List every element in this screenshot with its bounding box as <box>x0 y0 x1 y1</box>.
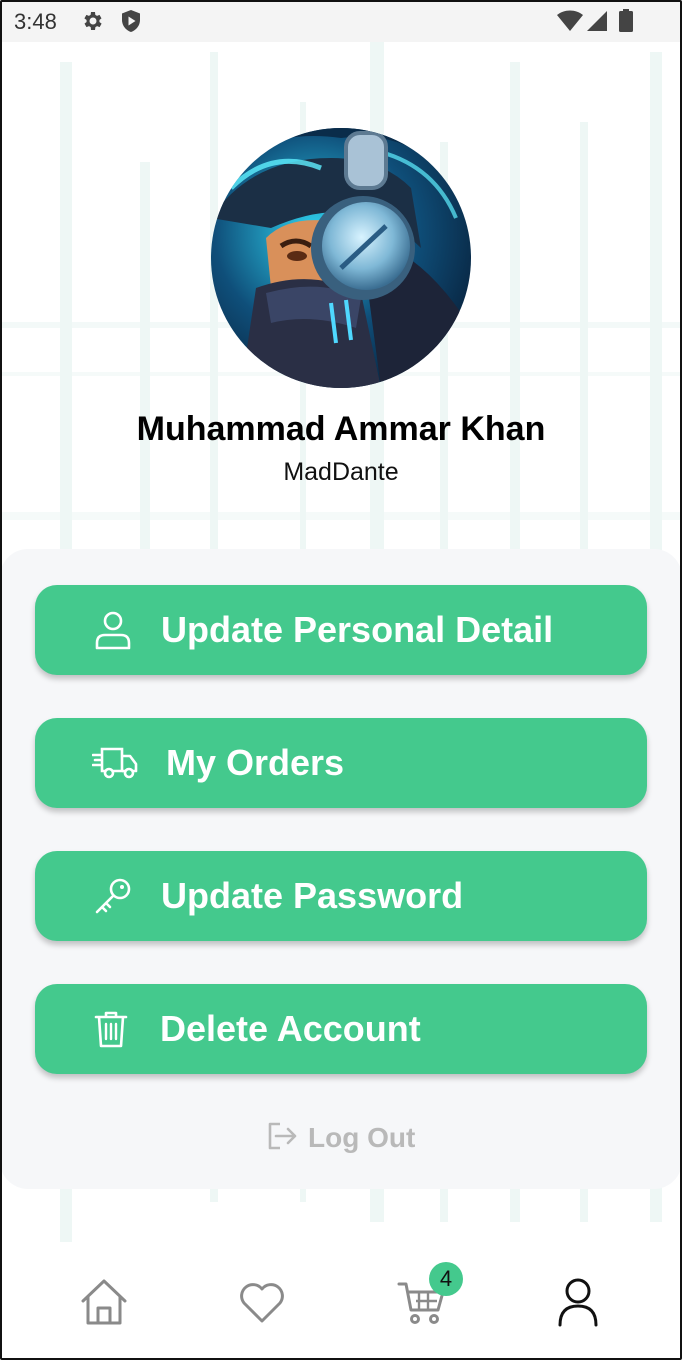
signal-icon <box>586 9 608 38</box>
user-icon <box>558 1278 598 1327</box>
update-password-button[interactable]: Update Password <box>35 851 647 941</box>
delete-account-label: Delete Account <box>160 1008 421 1049</box>
update-personal-detail-label: Update Personal Detail <box>161 609 554 650</box>
my-orders-label: My Orders <box>166 742 345 783</box>
nav-favorites[interactable] <box>232 1272 292 1332</box>
profile-username: MadDante <box>283 458 399 486</box>
profile-full-name: Muhammad Ammar Khan <box>136 410 546 448</box>
avatar-image <box>211 128 471 388</box>
key-icon <box>91 851 135 941</box>
status-time: 3:48 <box>14 9 57 34</box>
cart-count-badge: 4 <box>429 1262 463 1296</box>
status-bar: 3:48 <box>0 0 682 42</box>
logout-button[interactable]: Log Out <box>266 1118 415 1158</box>
settings-gear-icon <box>80 9 104 38</box>
person-icon <box>93 585 133 675</box>
home-icon <box>81 1279 127 1325</box>
delete-account-button[interactable]: Delete Account <box>35 984 647 1074</box>
trash-icon <box>93 984 129 1074</box>
nav-home[interactable] <box>74 1272 134 1332</box>
logout-icon <box>266 1121 298 1156</box>
update-password-label: Update Password <box>161 875 464 916</box>
update-personal-detail-button[interactable]: Update Personal Detail <box>35 585 647 675</box>
nav-profile[interactable] <box>548 1272 608 1332</box>
logout-label: Log Out <box>308 1122 416 1153</box>
shield-icon <box>120 9 142 38</box>
avatar[interactable] <box>211 128 471 388</box>
menu-card: Update Personal Detail My Orders Update … <box>0 549 682 1189</box>
battery-icon <box>619 9 633 38</box>
my-orders-button[interactable]: My Orders <box>35 718 647 808</box>
wifi-icon <box>557 9 583 38</box>
truck-icon <box>91 718 139 808</box>
bottom-navigation <box>0 1252 682 1360</box>
heart-icon <box>240 1283 284 1323</box>
